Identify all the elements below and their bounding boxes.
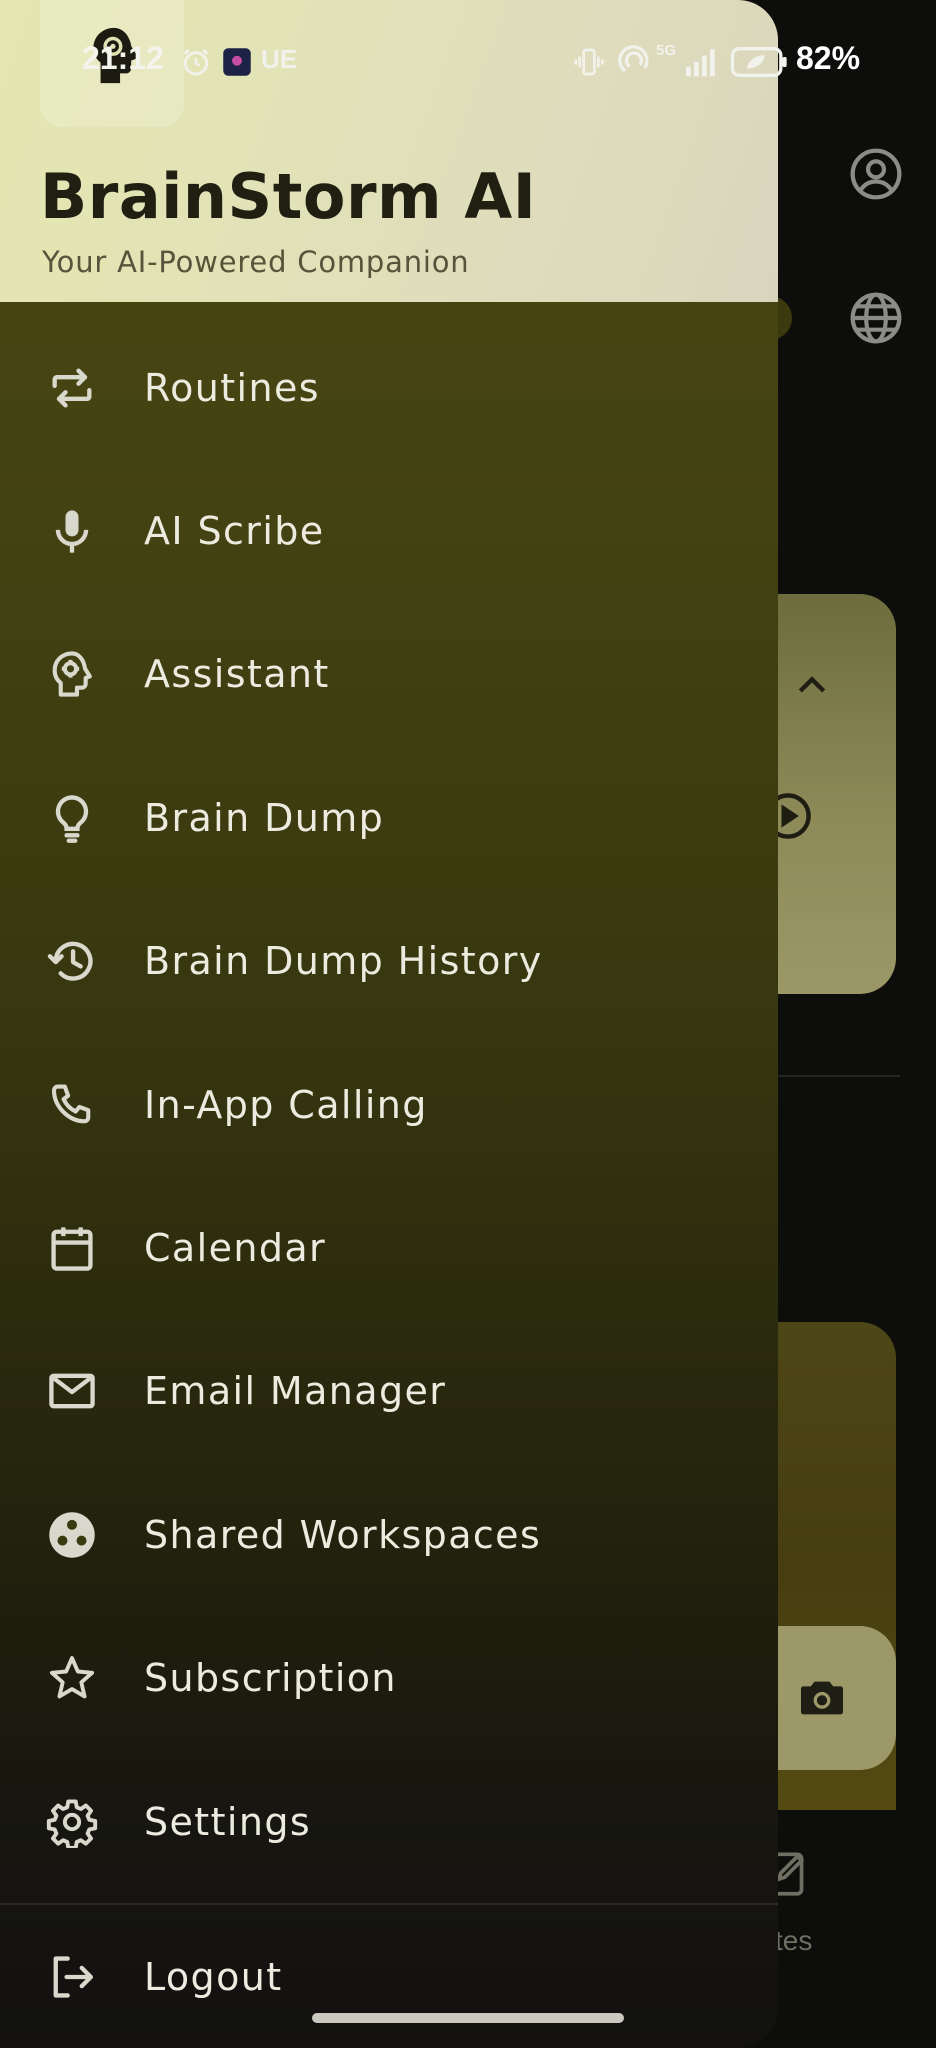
app-notification-icon <box>223 48 251 76</box>
menu-item-label: Brain Dump History <box>144 939 543 984</box>
history-icon <box>44 933 100 989</box>
microphone-icon <box>44 503 100 559</box>
camera-icon <box>801 1681 843 1715</box>
star-icon <box>44 1650 100 1706</box>
menu-item-label: Routines <box>144 365 320 410</box>
workspaces-icon <box>44 1507 100 1563</box>
menu-item-label: Subscription <box>144 1656 397 1701</box>
menu-item-label: Shared Workspaces <box>144 1512 542 1557</box>
repeat-icon <box>44 360 100 416</box>
menu-item-brain-dump[interactable]: Brain Dump <box>0 746 778 889</box>
logout-label: Logout <box>144 1954 283 1999</box>
menu-item-calendar[interactable]: Calendar <box>0 1176 778 1319</box>
menu-item-subscription[interactable]: Subscription <box>0 1607 778 1750</box>
logout-icon <box>44 1949 100 2005</box>
divider <box>760 1075 900 1077</box>
menu-item-label: In-App Calling <box>144 1082 428 1127</box>
globe-icon[interactable] <box>848 290 904 346</box>
brand-subtitle: Your AI-Powered Companion <box>42 245 470 279</box>
menu-item-settings[interactable]: Settings <box>0 1750 778 1893</box>
notes-tab-label[interactable]: tes <box>775 1925 812 1957</box>
battery-saver-icon <box>730 47 787 77</box>
menu-item-label: Settings <box>144 1799 312 1844</box>
menu-item-label: AI Scribe <box>144 509 325 554</box>
status-time: 21:12 <box>82 40 164 76</box>
menu-item-email-manager[interactable]: Email Manager <box>0 1320 778 1463</box>
navigation-drawer: BrainStorm AI Your AI-Powered Companion … <box>0 0 778 2048</box>
logout-button[interactable]: Logout <box>0 1905 778 2048</box>
brain-head-icon <box>44 646 100 702</box>
menu-item-in-app-calling[interactable]: In-App Calling <box>0 1033 778 1176</box>
menu-item-label: Assistant <box>144 652 330 697</box>
lightbulb-icon <box>44 790 100 846</box>
menu-item-label: Calendar <box>144 1226 327 1271</box>
signal-icon <box>686 49 715 77</box>
status-carrier-tag: UE <box>261 44 298 74</box>
hotspot-icon <box>618 45 649 73</box>
account-icon[interactable] <box>848 146 904 202</box>
mail-icon <box>44 1363 100 1419</box>
menu-item-label: Brain Dump <box>144 795 385 840</box>
menu-item-ai-scribe[interactable]: AI Scribe <box>0 459 778 602</box>
vibrate-icon <box>574 48 604 76</box>
gear-icon <box>44 1794 100 1850</box>
menu-item-label: Email Manager <box>144 1369 447 1414</box>
battery-percent: 82% <box>796 40 861 76</box>
calendar-icon <box>44 1220 100 1276</box>
status-bar: 21:12 UE 5G 82% <box>0 0 936 120</box>
brand-title: BrainStorm AI <box>40 160 537 233</box>
drawer-menu: Routines AI Scribe Assistant Brain Dump … <box>0 316 778 1893</box>
phone-icon <box>44 1077 100 1133</box>
menu-item-routines[interactable]: Routines <box>0 316 778 459</box>
menu-item-shared-workspaces[interactable]: Shared Workspaces <box>0 1463 778 1606</box>
home-indicator[interactable] <box>312 2013 624 2023</box>
alarm-icon <box>183 48 209 76</box>
menu-item-assistant[interactable]: Assistant <box>0 603 778 746</box>
chevron-up-icon[interactable] <box>792 666 832 706</box>
menu-item-brain-dump-history[interactable]: Brain Dump History <box>0 890 778 1033</box>
network-type-label: 5G <box>656 42 677 59</box>
